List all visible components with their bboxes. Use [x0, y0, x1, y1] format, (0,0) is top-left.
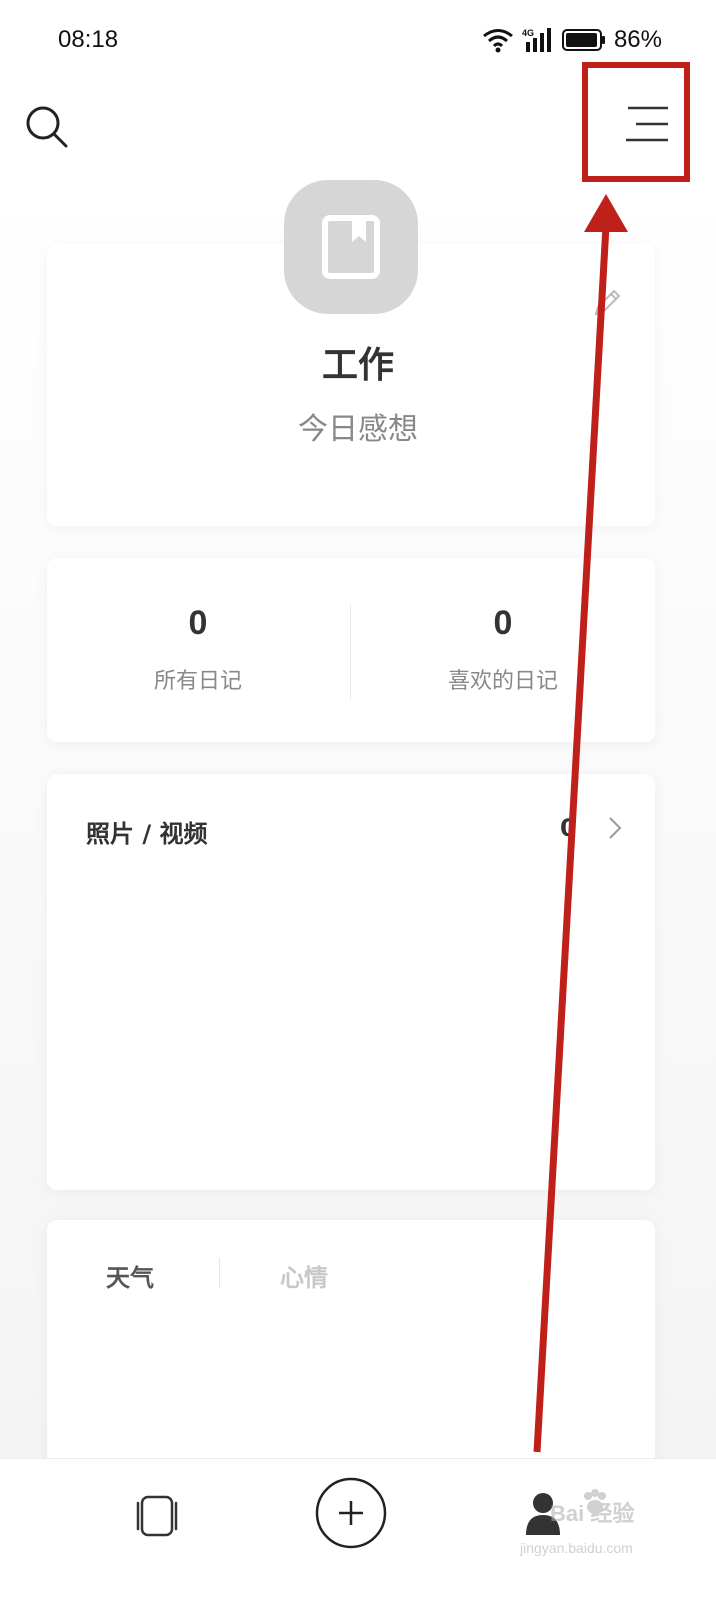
- watermark-brand: Bai 经验: [550, 1501, 635, 1526]
- stats-divider: [350, 604, 351, 700]
- status-time: 08:18: [58, 26, 119, 53]
- cards-icon: [136, 1495, 178, 1537]
- liked-diaries-stat[interactable]: 0 喜欢的日记: [353, 604, 653, 695]
- nav-cards-button[interactable]: [132, 1491, 182, 1541]
- notebook-icon: [322, 215, 380, 279]
- media-chevron[interactable]: [604, 812, 626, 844]
- liked-diaries-label: 喜欢的日记: [447, 669, 558, 694]
- status-icons: 4G 86%: [482, 24, 662, 56]
- annotation-highlight-box: [582, 62, 690, 182]
- svg-text:4G: 4G: [522, 28, 534, 38]
- tab-divider: [219, 1258, 220, 1288]
- liked-diaries-count: 0: [493, 604, 513, 642]
- watermark: Bai 经验 jingyan.baidu.com: [520, 1488, 700, 1578]
- edit-button[interactable]: [590, 286, 624, 320]
- media-title: 照片 / 视频: [86, 820, 208, 848]
- pencil-icon: [594, 289, 621, 316]
- tab-weather[interactable]: 天气: [106, 1258, 154, 1293]
- add-icon: [315, 1477, 387, 1549]
- all-diaries-stat[interactable]: 0 所有日记: [48, 604, 348, 695]
- notebook-subtitle: 今日感想: [298, 412, 418, 447]
- search-button[interactable]: [22, 102, 72, 152]
- notebook-avatar[interactable]: [284, 180, 418, 314]
- notebook-title: 工作: [321, 345, 394, 386]
- signal-icon: 4G: [522, 28, 551, 52]
- battery-icon: [561, 29, 605, 51]
- all-diaries-label: 所有日记: [153, 669, 242, 694]
- battery-level: 86%: [613, 26, 662, 53]
- watermark-site: jingyan.baidu.com: [520, 1540, 633, 1556]
- chevron-right-icon: [609, 817, 622, 839]
- wifi-icon: [483, 29, 513, 53]
- tab-mood[interactable]: 心情: [280, 1258, 328, 1293]
- all-diaries-count: 0: [188, 604, 208, 642]
- search-icon: [26, 106, 68, 148]
- media-count: 0: [560, 814, 577, 842]
- nav-add-button[interactable]: [315, 1477, 387, 1549]
